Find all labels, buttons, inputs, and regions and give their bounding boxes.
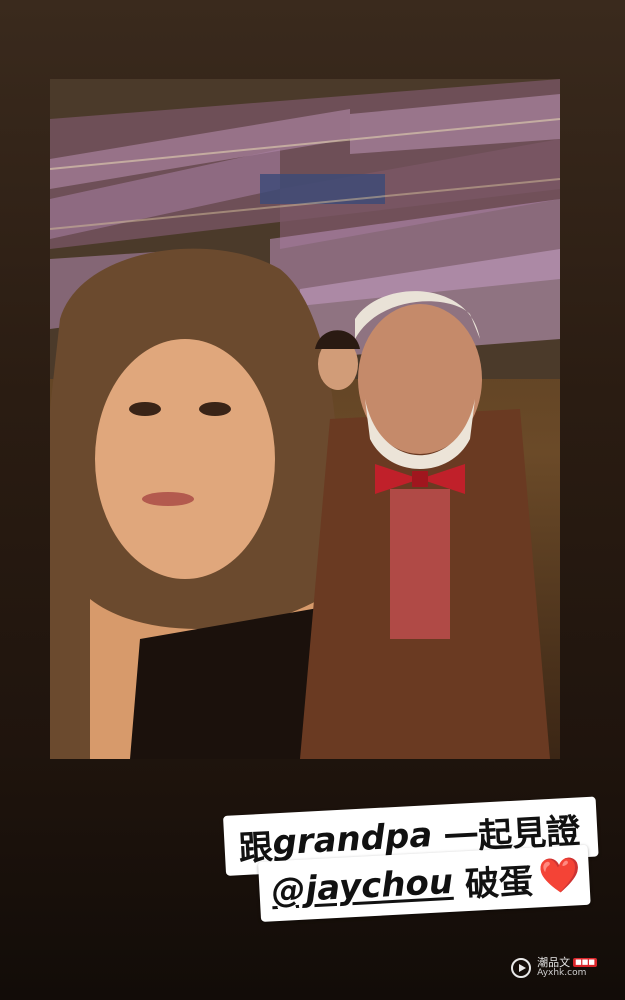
play-icon <box>511 957 532 978</box>
heart-icon: ❤️ <box>537 855 583 898</box>
watermark: 潮品文 ■■■ Ayxhk.com <box>511 957 597 978</box>
watermark-text: 潮品文 ■■■ Ayxhk.com <box>537 957 597 978</box>
mention-link[interactable]: @jaychou <box>271 862 454 911</box>
story-photo <box>50 79 560 759</box>
watermark-brand: 潮品文 <box>537 956 571 970</box>
caption-cjk-pody: 破蛋 <box>464 861 535 905</box>
watermark-badge: ■■■ <box>573 958 597 968</box>
watermark-domain: Ayxhk.com <box>537 967 587 978</box>
